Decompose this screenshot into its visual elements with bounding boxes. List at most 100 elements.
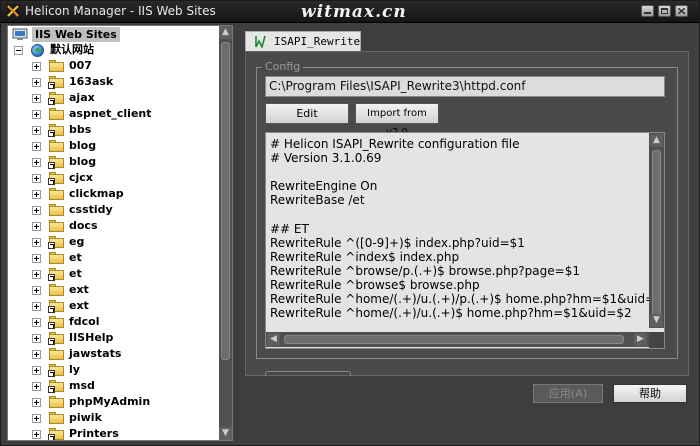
tree-item-label: Printers (69, 427, 119, 440)
tree-item-label: eg (69, 235, 85, 248)
expand-icon[interactable] (32, 238, 41, 247)
folder-icon (49, 252, 65, 264)
code-scroll-left-icon[interactable]: ◀ (267, 333, 280, 346)
code-line: RewriteRule ^home/(.+)/u.(.+)$ home.php?… (270, 306, 632, 321)
virtual-folder-icon (48, 156, 65, 169)
expand-icon[interactable] (32, 158, 41, 167)
folder-icon (49, 396, 65, 408)
close-button[interactable] (675, 5, 688, 17)
folder-icon (49, 348, 65, 360)
virtual-folder-icon (48, 172, 65, 185)
code-horizontal-scrollbar[interactable]: ◀ ▶ (266, 332, 649, 347)
expand-icon[interactable] (32, 350, 41, 359)
collapse-icon[interactable] (14, 46, 23, 55)
tree-item-label: et (69, 251, 82, 264)
expand-icon[interactable] (32, 142, 41, 151)
tree-item-label: ly (69, 363, 80, 376)
folder-icon (49, 140, 65, 152)
scroll-corner (649, 332, 664, 348)
config-group-label: Config (262, 60, 304, 73)
virtual-folder-icon (48, 332, 65, 345)
config-text-area[interactable]: # Helicon ISAPI_Rewrite configuration fi… (265, 132, 665, 349)
server-icon (12, 28, 28, 40)
expand-icon[interactable] (32, 206, 41, 215)
virtual-folder-icon (48, 124, 65, 137)
code-vscroll-thumb[interactable] (652, 150, 661, 318)
tree-scroll-thumb[interactable] (221, 42, 230, 360)
maximize-button[interactable] (658, 5, 671, 17)
tree-item-label: cjcx (69, 171, 93, 184)
code-line: RewriteRule ^index$ index.php (270, 249, 460, 264)
expand-icon[interactable] (32, 302, 41, 311)
tree-item-label: ext (69, 299, 89, 312)
import-from-v2-button[interactable]: Import from v2.0 (355, 103, 439, 138)
expand-icon[interactable] (32, 222, 41, 231)
scroll-down-arrow-icon[interactable]: ▼ (219, 427, 232, 440)
tree-item-label: blog (69, 155, 97, 168)
code-scroll-up-icon[interactable]: ▲ (650, 134, 663, 147)
expand-icon[interactable] (32, 254, 41, 263)
virtual-folder-icon (48, 300, 65, 313)
code-line: RewriteRule ^([0-9]+)$ index.php?uid=$1 (270, 235, 525, 250)
folder-icon (49, 60, 65, 72)
code-line: ## ET (270, 221, 309, 236)
folder-icon (49, 220, 65, 232)
scroll-up-arrow-icon[interactable]: ▲ (219, 26, 232, 39)
config-path-field[interactable]: C:\Program Files\ISAPI_Rewrite3\httpd.co… (265, 76, 665, 97)
expand-icon[interactable] (32, 62, 41, 71)
expand-icon[interactable] (32, 78, 41, 87)
expand-icon[interactable] (32, 398, 41, 407)
minimize-icon (644, 8, 651, 14)
helicon-manager-window: Helicon Manager - IIS Web Sites witmax.c… (0, 0, 700, 446)
isapi-rewrite-icon (255, 35, 266, 48)
expand-icon[interactable] (32, 430, 41, 439)
tree-item-label: 007 (69, 59, 92, 72)
expand-icon[interactable] (32, 414, 41, 423)
tree-item-label: IISHelp (69, 331, 114, 344)
tab-label: ISAPI_Rewrite (274, 35, 361, 48)
tree-item-label: ext (69, 283, 89, 296)
tree-item-label: docs (69, 219, 98, 232)
expand-icon[interactable] (32, 334, 41, 343)
expand-icon[interactable] (32, 366, 41, 375)
code-line: RewriteRule ^browse$ browse.php (270, 278, 480, 292)
tree-item-label: phpMyAdmin (69, 395, 151, 408)
code-line: # Version 3.1.0.69 (270, 151, 382, 166)
tab-isapi-rewrite[interactable]: ISAPI_Rewrite (245, 31, 361, 51)
virtual-folder-icon (48, 92, 65, 105)
edit-button[interactable]: Edit (265, 103, 349, 124)
expand-icon[interactable] (32, 110, 41, 119)
help-button[interactable]: 帮助 (613, 384, 687, 403)
close-icon (678, 8, 685, 14)
expand-icon[interactable] (32, 94, 41, 103)
tree-item-label: ajax (69, 91, 95, 104)
title-bar[interactable]: Helicon Manager - IIS Web Sites witmax.c… (1, 1, 699, 23)
expand-icon[interactable] (32, 270, 41, 279)
tree-item-label: blog (69, 139, 97, 152)
tree-vertical-scrollbar[interactable]: ▲ ▼ (219, 26, 232, 440)
code-scroll-down-icon[interactable]: ▼ (650, 314, 663, 327)
expand-icon[interactable] (32, 286, 41, 295)
code-line: RewriteBase /et (270, 193, 365, 208)
code-scroll-right-icon[interactable]: ▶ (634, 333, 647, 346)
expand-icon[interactable] (32, 382, 41, 391)
code-hscroll-thumb[interactable] (284, 335, 624, 344)
minimize-button[interactable] (641, 5, 654, 17)
site-label: 默认网站 (50, 43, 94, 56)
expand-icon[interactable] (32, 126, 41, 135)
expand-icon[interactable] (32, 318, 41, 327)
folder-icon (49, 188, 65, 200)
maximize-icon (661, 8, 668, 14)
globe-icon (31, 44, 44, 57)
secondary-tab-edge[interactable] (265, 371, 351, 376)
code-vertical-scrollbar[interactable]: ▲ ▼ (649, 133, 664, 328)
expand-icon[interactable] (32, 190, 41, 199)
tree-item-label: msd (69, 379, 95, 392)
expand-icon[interactable] (32, 174, 41, 183)
tree-item-label: 163ask (69, 75, 114, 88)
window-title: Helicon Manager - IIS Web Sites (25, 4, 216, 18)
folder-icon (49, 204, 65, 216)
code-line: RewriteEngine On (270, 179, 378, 194)
code-line: RewriteRule ^home/(.+)/u.(.+)/p.(.+)$ ho… (270, 292, 665, 307)
apply-button[interactable]: 应用(A) (533, 384, 603, 403)
